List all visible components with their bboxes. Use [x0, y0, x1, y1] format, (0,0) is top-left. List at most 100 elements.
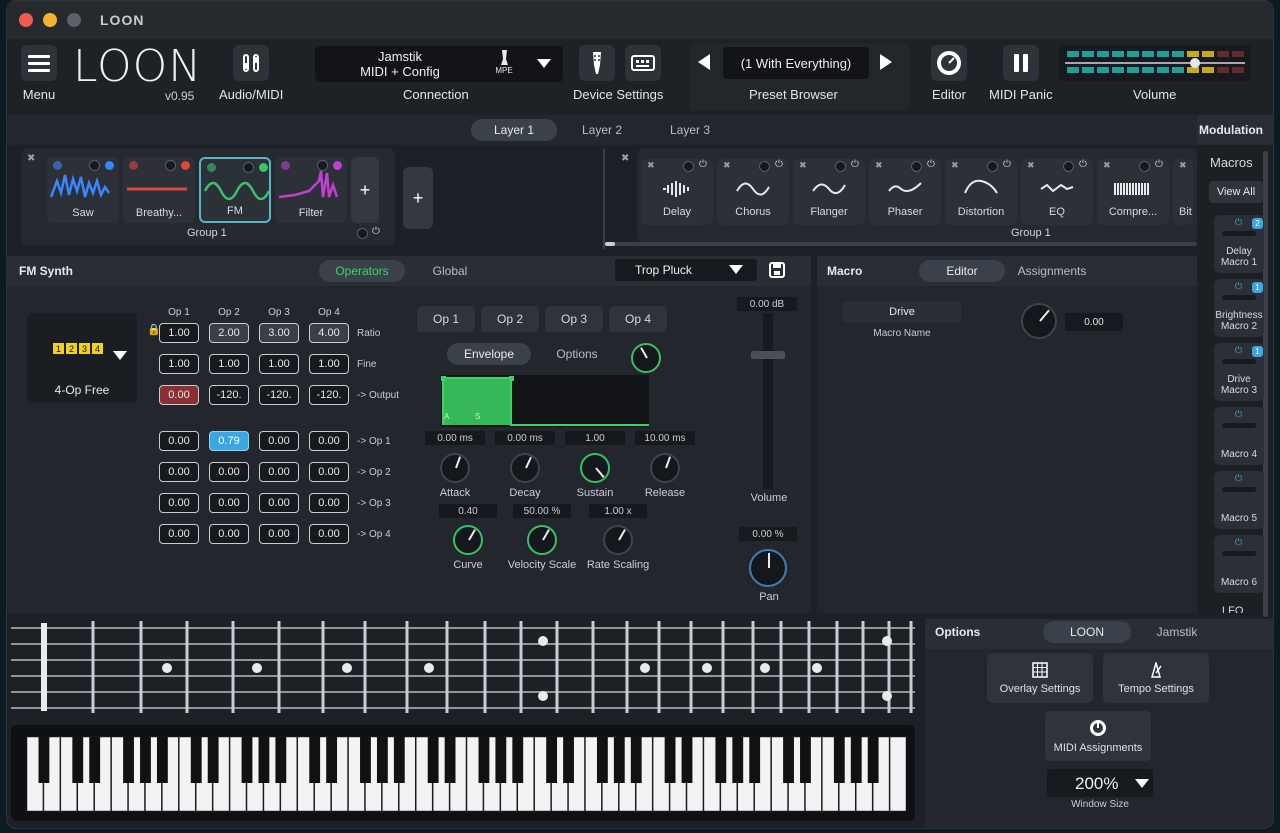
- fx-power-icon[interactable]: ⏻: [1079, 159, 1087, 170]
- op-tab-2[interactable]: Op 2: [481, 306, 539, 332]
- operator-ratio-field[interactable]: 2.00: [209, 323, 249, 343]
- instrument-level-knob[interactable]: [89, 160, 100, 171]
- device-guitar-button[interactable]: [579, 45, 615, 81]
- fx-mix-knob[interactable]: [835, 161, 846, 172]
- operator--output-field[interactable]: 0.00: [159, 385, 199, 405]
- tab-layer-1[interactable]: Layer 1: [471, 119, 557, 141]
- synth-preset-selector[interactable]: Trop Pluck: [615, 259, 757, 281]
- op-tab-3[interactable]: Op 3: [545, 306, 603, 332]
- tab-layer-3[interactable]: Layer 3: [647, 119, 733, 141]
- macro-slot-1[interactable]: ⏻ 2 Delay Macro 1: [1214, 215, 1264, 273]
- algorithm-selector[interactable]: 1234 4-Op Free: [27, 313, 137, 403]
- piano-keyboard[interactable]: [11, 725, 915, 821]
- operator-fine-field[interactable]: 1.00: [309, 354, 349, 374]
- remove-group-icon[interactable]: ✖: [27, 153, 35, 164]
- fx-mix-knob[interactable]: [911, 161, 922, 172]
- mod-matrix-field[interactable]: 0.00: [159, 462, 199, 482]
- macro-power-icon[interactable]: ⏻: [1235, 409, 1242, 420]
- mod-matrix-field[interactable]: 0.00: [209, 462, 249, 482]
- instrument-tile-1[interactable]: Saw: [47, 157, 119, 223]
- operator-fine-field[interactable]: 1.00: [259, 354, 299, 374]
- minimize-window-button[interactable]: [43, 13, 57, 27]
- instrument-power-icon[interactable]: [259, 163, 268, 172]
- attack-knob[interactable]: [440, 453, 470, 483]
- volume-fader-handle[interactable]: [751, 351, 785, 359]
- macro-slider[interactable]: [1222, 487, 1256, 492]
- mod-matrix-field[interactable]: 0.00: [309, 524, 349, 544]
- macro-power-icon[interactable]: ⏻: [1235, 473, 1242, 484]
- macro-slider[interactable]: [1222, 551, 1256, 556]
- macro-slot-6[interactable]: ⏻ Macro 6: [1214, 535, 1264, 593]
- tab-layer-2[interactable]: Layer 2: [559, 119, 645, 141]
- macro-value-knob[interactable]: [1021, 303, 1057, 339]
- audio-midi-button[interactable]: Audio/MIDI: [219, 45, 283, 102]
- fx-tile-7[interactable]: ✖ ⏻ Compre...: [1097, 159, 1169, 225]
- tab-operators[interactable]: Operators: [319, 260, 405, 282]
- macro-slider[interactable]: [1222, 295, 1256, 300]
- tab-options[interactable]: Options: [535, 343, 619, 365]
- mod-matrix-field[interactable]: 0.00: [309, 493, 349, 513]
- fx-mix-knob[interactable]: [683, 161, 694, 172]
- fx-tile-8[interactable]: ✖⏻Bit: [1173, 159, 1193, 225]
- maximize-window-button[interactable]: [67, 13, 81, 27]
- macro-power-icon[interactable]: ⏻: [1235, 217, 1242, 228]
- overlay-settings-button[interactable]: Overlay Settings: [987, 653, 1093, 703]
- view-all-button[interactable]: View All: [1209, 181, 1263, 203]
- connection-selector[interactable]: Jamstik MIDI + Config MPE: [315, 46, 563, 82]
- mod-matrix-field[interactable]: 0.00: [159, 431, 199, 451]
- macro-slider[interactable]: [1222, 359, 1256, 364]
- rate-scaling-knob[interactable]: [603, 525, 633, 555]
- operator-ratio-field[interactable]: 3.00: [259, 323, 299, 343]
- fx-power-icon[interactable]: ⏻: [775, 159, 783, 170]
- tempo-settings-button[interactable]: Tempo Settings: [1103, 653, 1209, 703]
- mod-matrix-field[interactable]: 0.79: [209, 431, 249, 451]
- instrument-power-icon[interactable]: [181, 161, 190, 170]
- fx-power-icon[interactable]: ⏻: [1003, 159, 1011, 170]
- operator--output-field[interactable]: -120.: [259, 385, 299, 405]
- instrument-power-icon[interactable]: [105, 161, 114, 170]
- remove-fx-group-icon[interactable]: ✖: [621, 153, 629, 164]
- window-size-selector[interactable]: 200%: [1047, 769, 1153, 797]
- menu-button[interactable]: Menu: [21, 45, 57, 102]
- instrument-close-icon[interactable]: [129, 161, 138, 170]
- macro-slot-5[interactable]: ⏻ Macro 5: [1214, 471, 1264, 529]
- envelope-display[interactable]: A S: [441, 375, 649, 427]
- operator-ratio-field[interactable]: 4.00: [309, 323, 349, 343]
- guitar-fretboard[interactable]: [11, 619, 915, 717]
- editor-button[interactable]: Editor: [931, 45, 967, 102]
- fx-remove-icon[interactable]: ✖: [799, 160, 807, 171]
- mod-matrix-field[interactable]: 0.00: [309, 431, 349, 451]
- fx-remove-icon[interactable]: ✖: [1027, 160, 1035, 171]
- mod-matrix-field[interactable]: 0.00: [259, 431, 299, 451]
- operator-fine-field[interactable]: 1.00: [209, 354, 249, 374]
- macro-power-icon[interactable]: ⏻: [1235, 345, 1242, 356]
- fx-tile-6[interactable]: ✖ ⏻ EQ: [1021, 159, 1093, 225]
- tab-macro-editor[interactable]: Editor: [919, 260, 1005, 282]
- tab-envelope[interactable]: Envelope: [447, 343, 531, 365]
- connection-dropdown-icon[interactable]: [537, 58, 551, 72]
- macro-power-icon[interactable]: ⏻: [1235, 537, 1242, 548]
- release-knob[interactable]: [650, 453, 680, 483]
- fx-tile-4[interactable]: ✖ ⏻ Phaser: [869, 159, 941, 225]
- device-controller-button[interactable]: [625, 45, 661, 81]
- operator-ratio-field[interactable]: 1.00: [159, 323, 199, 343]
- next-preset-icon[interactable]: [879, 53, 893, 74]
- mod-matrix-field[interactable]: 0.00: [309, 462, 349, 482]
- operator--output-field[interactable]: -120.: [209, 385, 249, 405]
- decay-knob[interactable]: [510, 453, 540, 483]
- sustain-knob[interactable]: [580, 453, 610, 483]
- curve-knob[interactable]: [453, 525, 483, 555]
- operator--output-field[interactable]: -120.: [309, 385, 349, 405]
- macro-name-input[interactable]: Drive: [843, 302, 961, 322]
- instrument-close-icon[interactable]: [281, 161, 290, 170]
- instrument-tile-2[interactable]: Breathy...: [123, 157, 195, 223]
- fx-mix-knob[interactable]: [1139, 161, 1150, 172]
- macro-slot-2[interactable]: ⏻ 1 Brightness Macro 2: [1214, 279, 1264, 337]
- midi-assignments-button[interactable]: MIDI Assignments: [1045, 711, 1151, 761]
- macro-power-icon[interactable]: ⏻: [1235, 281, 1242, 292]
- instrument-level-knob[interactable]: [243, 162, 254, 173]
- add-instrument-button[interactable]: +: [351, 157, 379, 223]
- mod-matrix-field[interactable]: 0.00: [209, 493, 249, 513]
- volume-fader-track[interactable]: [763, 313, 773, 489]
- fx-mix-knob[interactable]: [987, 161, 998, 172]
